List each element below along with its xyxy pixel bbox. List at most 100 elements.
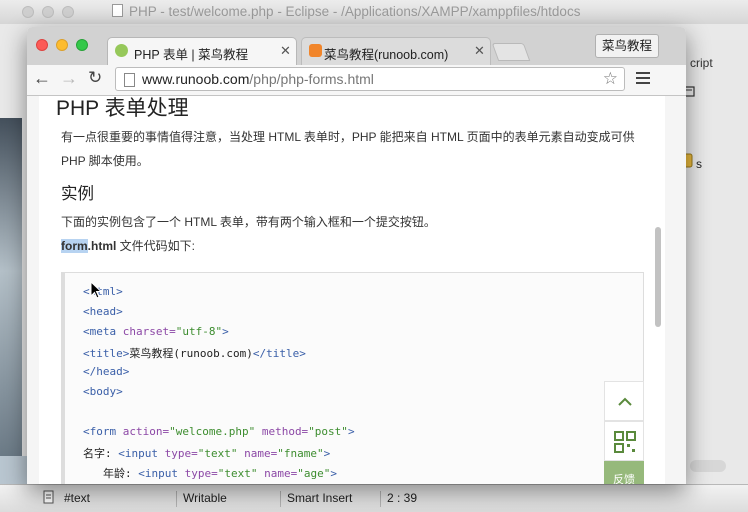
tab-php-forms[interactable]: PHP 表单 | 菜鸟教程 ✕	[107, 37, 297, 65]
profile-button[interactable]: 菜鸟教程	[595, 34, 660, 58]
code-token: name=	[257, 467, 298, 480]
file-name-ext: .html	[87, 239, 117, 253]
code-token: name=	[237, 447, 278, 460]
code-token: <html>	[83, 285, 123, 298]
page-viewport[interactable]: PHP 表单处理 有一点很重要的事情值得注意，当处理 HTML 表单时，PHP …	[27, 96, 686, 484]
browser-zoom-button[interactable]	[76, 39, 88, 51]
code-token: >	[347, 425, 355, 438]
document-icon	[112, 4, 123, 17]
tab-close-icon[interactable]: ✕	[280, 43, 291, 59]
code-line-5: </head>	[83, 365, 129, 378]
floating-side-widget: 反馈	[604, 381, 644, 484]
browser-window: PHP 表单 | 菜鸟教程 ✕ 菜鸟教程(runoob.com) ✕ 菜鸟教程 …	[27, 27, 686, 484]
code-token: <body>	[83, 385, 123, 398]
mouse-cursor-icon	[90, 281, 102, 299]
tab-label: 菜鸟教程(runoob.com)	[324, 48, 449, 62]
code-token: "utf-8"	[175, 325, 223, 338]
tab-close-icon[interactable]: ✕	[474, 43, 485, 59]
tab-runoob-home[interactable]: 菜鸟教程(runoob.com) ✕	[301, 37, 491, 65]
code-line-3: <meta charset="utf-8">	[83, 325, 229, 338]
code-token: >	[330, 467, 337, 480]
code-line-9: 名字: <input type="text" name="fname">	[83, 445, 330, 461]
bookmark-star-icon[interactable]: ☆	[603, 69, 618, 89]
page-icon	[124, 73, 135, 87]
url-host: www.runoob.com	[142, 71, 250, 87]
vertical-scrollbar-thumb[interactable]	[655, 227, 661, 327]
article-body: PHP 表单处理 有一点很重要的事情值得注意，当处理 HTML 表单时，PHP …	[39, 96, 665, 484]
code-line-8: <form action="welcome.php" method="post"…	[83, 425, 355, 438]
code-token: <meta	[83, 325, 117, 338]
code-line-10: 年龄: <input type="text" name="age">	[103, 465, 337, 481]
file-status-icon	[43, 490, 54, 504]
back-arrow-icon[interactable]: ←	[33, 68, 51, 89]
code-token: <head>	[83, 305, 123, 318]
code-token: >	[222, 325, 229, 338]
eclipse-side-panel: cript s	[670, 40, 748, 460]
code-line-2: <head>	[83, 305, 123, 318]
tab-label: PHP 表单 | 菜鸟教程	[134, 48, 249, 62]
file-caption-text: 文件代码如下:	[116, 239, 196, 253]
browser-close-button[interactable]	[36, 39, 48, 51]
eclipse-titlebar: PHP - test/welcome.php - Eclipse - /Appl…	[0, 0, 748, 25]
qr-code-button[interactable]	[604, 421, 644, 461]
runoob-favicon-icon	[115, 44, 128, 57]
code-token: 年龄:	[103, 467, 139, 480]
side-panel-item[interactable]: s	[696, 157, 702, 171]
qr-code-icon	[614, 431, 636, 453]
code-token: action=	[116, 425, 170, 438]
code-token: </head>	[83, 365, 130, 378]
code-token: type=	[178, 467, 218, 480]
code-token: method=	[255, 425, 309, 438]
code-token: "fname"	[277, 447, 324, 460]
file-name-highlight: form	[61, 239, 88, 253]
code-token: </title>	[252, 347, 306, 360]
code-token: <input	[118, 447, 158, 460]
code-line-6: <body>	[83, 385, 123, 398]
browser-toolbar: ← → ↻ www.runoob.com/php/php-forms.html …	[27, 65, 686, 96]
code-token: <form	[83, 425, 117, 438]
url-text[interactable]: www.runoob.com/php/php-forms.html	[142, 71, 374, 87]
code-token: >	[323, 447, 331, 460]
code-token: 名字:	[83, 447, 119, 460]
status-writable: Writable	[176, 491, 227, 507]
code-token: "text"	[197, 447, 238, 460]
eclipse-close-button[interactable]	[22, 6, 34, 18]
status-cursor-position: 2 : 39	[380, 491, 417, 507]
tab-strip: PHP 表单 | 菜鸟教程 ✕ 菜鸟教程(runoob.com) ✕ 菜鸟教程	[27, 27, 686, 65]
code-token: charset=	[116, 325, 176, 338]
code-block[interactable]: <html> <head> <meta charset="utf-8"> <ti…	[61, 272, 644, 484]
eclipse-minimize-button[interactable]	[42, 6, 54, 18]
code-token: <title>	[83, 347, 130, 360]
code-line-1: <html>	[83, 285, 123, 298]
forward-arrow-icon[interactable]: →	[60, 68, 78, 89]
browser-minimize-button[interactable]	[56, 39, 68, 51]
new-tab-button[interactable]	[491, 43, 531, 61]
code-token: "age"	[297, 467, 331, 480]
chrome-menu-icon[interactable]	[636, 72, 650, 87]
page-title: PHP 表单处理	[56, 97, 189, 120]
chevron-up-icon	[618, 397, 632, 406]
code-token: type=	[158, 447, 198, 460]
eclipse-statusbar: #text Writable Smart Insert 2 : 39	[0, 484, 748, 512]
desktop-wallpaper-left	[0, 118, 22, 458]
code-line-4: <title>菜鸟教程(runoob.com)</title>	[83, 345, 306, 361]
address-bar[interactable]: www.runoob.com/php/php-forms.html ☆	[115, 67, 625, 91]
example-description: 下面的实例包含了一个 HTML 表单，带有两个输入框和一个提交按钮。	[61, 215, 436, 229]
reload-icon[interactable]: ↻	[88, 68, 102, 88]
intro-line-1: 有一点很重要的事情值得注意，当处理 HTML 表单时，PHP 能把来自 HTML…	[61, 130, 635, 144]
horizontal-scrollbar[interactable]	[690, 460, 726, 472]
example-heading: 实例	[61, 185, 94, 203]
feedback-button[interactable]: 反馈	[604, 461, 644, 484]
code-token: "post"	[308, 425, 348, 438]
code-token: <input	[138, 467, 178, 480]
eclipse-title-text: PHP - test/welcome.php - Eclipse - /Appl…	[129, 4, 581, 19]
url-path: /php/php-forms.html	[249, 71, 374, 87]
back-to-top-button[interactable]	[604, 381, 644, 421]
code-token: 菜鸟教程(runoob.com)	[129, 347, 253, 360]
code-token: "welcome.php"	[169, 425, 256, 438]
side-panel-label: cript	[690, 56, 713, 70]
eclipse-zoom-button[interactable]	[62, 6, 74, 18]
xampp-favicon-icon	[309, 44, 322, 57]
intro-line-2: PHP 脚本使用。	[61, 154, 149, 168]
status-insert-mode: Smart Insert	[280, 491, 352, 507]
